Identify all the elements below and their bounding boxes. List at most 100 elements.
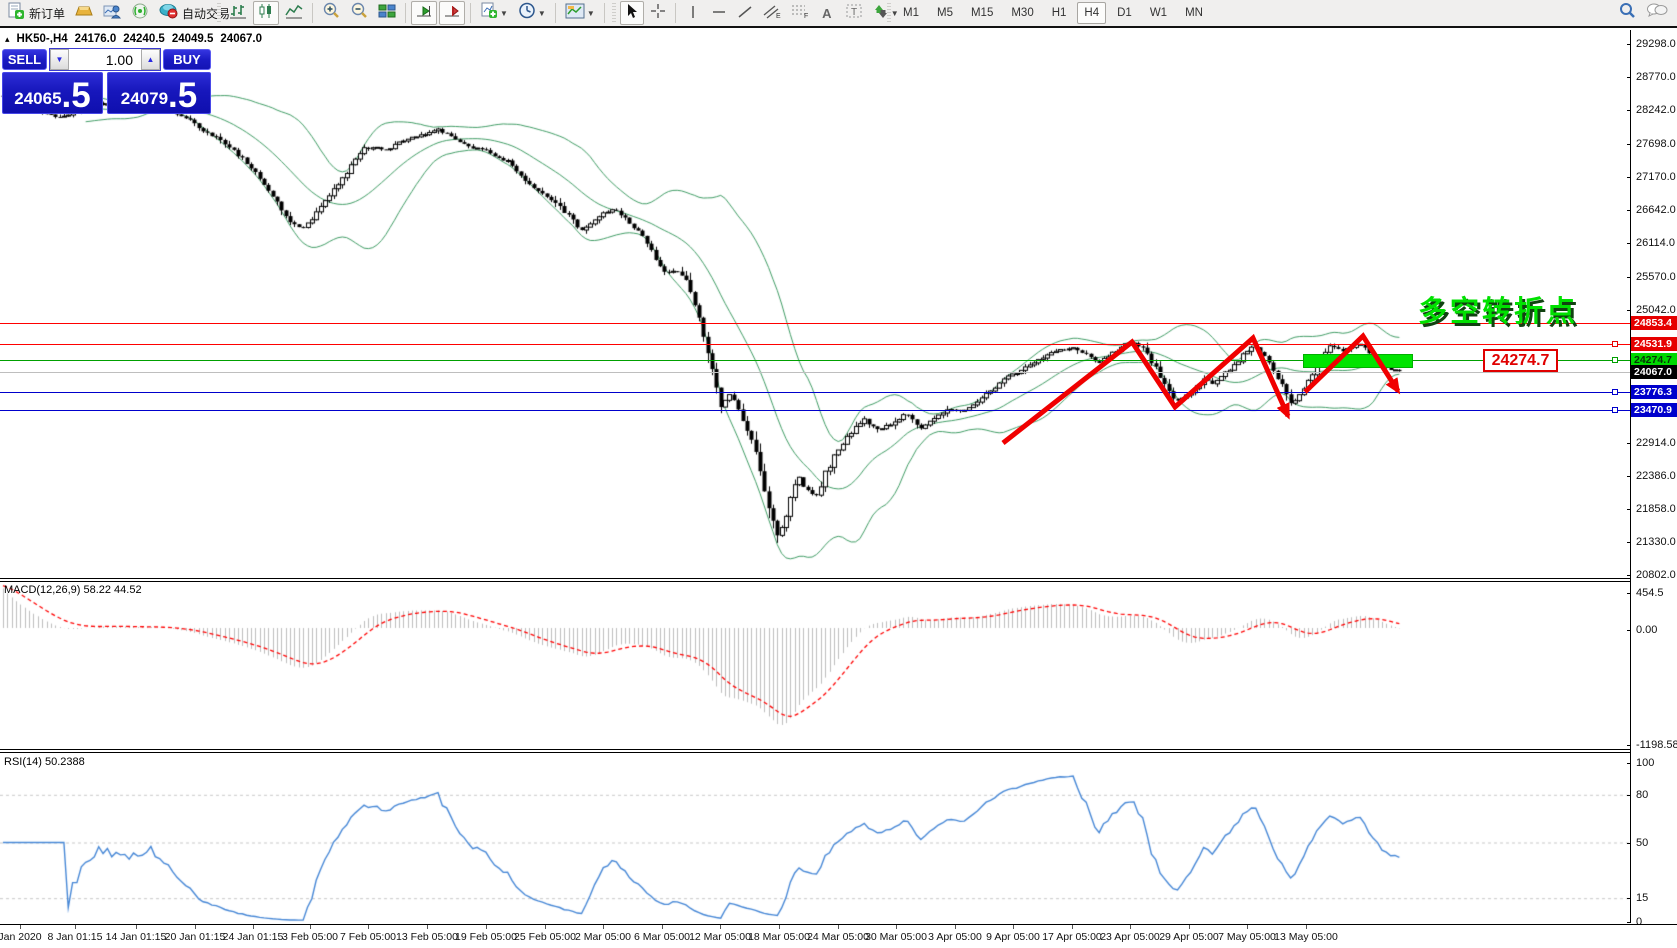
time-axis-label: 17 Apr 05:00: [1042, 931, 1102, 943]
vertical-line-tool-button[interactable]: [681, 1, 705, 25]
text-label-icon: T: [845, 3, 863, 24]
time-axis-tick: [136, 925, 137, 929]
turning-point-annotation[interactable]: 多空转折点: [1418, 288, 1578, 330]
dropdown-caret-icon: ▼: [537, 8, 546, 18]
timeframe-H1[interactable]: H1: [1045, 2, 1074, 24]
horizontal-line-tool-button[interactable]: [707, 1, 731, 25]
axis-tick: [1627, 542, 1631, 543]
sell-button[interactable]: SELL: [2, 49, 47, 70]
chart-title: ▴ HK50-,H4 24176.0 24240.5 24049.5 24067…: [5, 33, 269, 45]
bar-chart-button[interactable]: [225, 1, 251, 25]
channel-tool-button[interactable]: E: [759, 1, 785, 25]
timeframe-M30[interactable]: M30: [1004, 2, 1040, 24]
zoom-in-icon: [322, 2, 340, 24]
timeframe-D1[interactable]: D1: [1110, 2, 1139, 24]
price-level-line-24067.0[interactable]: [0, 372, 1630, 373]
line-handle[interactable]: [1612, 357, 1618, 363]
timeframe-M15[interactable]: M15: [964, 2, 1000, 24]
crosshair-tool-button[interactable]: [646, 1, 670, 25]
price-level-badge: 23470.9: [1631, 403, 1677, 417]
profile-button[interactable]: [99, 1, 125, 25]
price-axis[interactable]: 29298.0 28770.0 28242.0 27698.0 27170.0 26642…: [1627, 30, 1677, 928]
volume-increase-button[interactable]: ▲: [141, 49, 160, 70]
axis-tick: [1627, 277, 1631, 278]
templates-button[interactable]: ▼: [561, 1, 599, 25]
toolbar-separator: [603, 3, 605, 23]
price-callout-label[interactable]: 24274.7: [1483, 349, 1558, 372]
indicators-icon: [480, 2, 498, 24]
chart-shift-button[interactable]: [439, 1, 465, 25]
sell-price-button[interactable]: 24065 .5: [2, 72, 103, 114]
axis-tick: [1627, 177, 1631, 178]
rsi-scale-label: 15: [1636, 892, 1649, 904]
time-axis-tick: [603, 925, 604, 929]
price-level-line-24853.4[interactable]: [0, 323, 1630, 324]
tile-windows-button[interactable]: [374, 1, 400, 25]
timeframe-W1[interactable]: W1: [1143, 2, 1174, 24]
periods-button[interactable]: ▼: [514, 1, 550, 25]
line-handle[interactable]: [1612, 389, 1618, 395]
axis-tick: [1627, 843, 1631, 844]
cursor-tool-button[interactable]: [619, 1, 644, 25]
toolbar-grip: [217, 3, 221, 23]
price-level-line-23470.9[interactable]: [0, 410, 1630, 411]
gold-button[interactable]: [71, 1, 97, 25]
price-level-line-24531.9[interactable]: [0, 344, 1630, 345]
bar-chart-icon: [229, 3, 247, 24]
macd-scale-label: 454.5: [1636, 587, 1664, 599]
new-order-button[interactable]: 新订单: [3, 1, 69, 25]
indicators-button[interactable]: ▼: [476, 1, 512, 25]
macd-pane-canvas[interactable]: [0, 582, 1630, 749]
chat-button[interactable]: [1642, 1, 1672, 25]
line-handle[interactable]: [1612, 341, 1618, 347]
main-chart-canvas[interactable]: [0, 30, 1630, 578]
time-axis-tick: [310, 925, 311, 929]
time-axis-tick: [1189, 925, 1190, 929]
toolbar-separator: [470, 3, 471, 23]
line-chart-button[interactable]: [281, 1, 307, 25]
time-axis-label: 9 Apr 05:00: [986, 931, 1040, 943]
line-handle[interactable]: [1612, 407, 1618, 413]
buy-price-button[interactable]: 24079 .5: [107, 72, 211, 114]
text-label-tool-button[interactable]: T: [841, 1, 867, 25]
toolbar-order-group: 新订单 自动交易: [2, 0, 235, 26]
highlight-rectangle[interactable]: [1303, 354, 1413, 368]
price-level-badge: 24853.4: [1631, 316, 1677, 330]
zoom-out-button[interactable]: [346, 1, 372, 25]
timeframe-M1[interactable]: M1: [896, 2, 926, 24]
timeframe-M5[interactable]: M5: [930, 2, 960, 24]
price-level-line-23776.3[interactable]: [0, 392, 1630, 393]
rsi-pane-canvas[interactable]: [0, 753, 1630, 923]
rsi-label: RSI(14) 50.2388: [4, 756, 85, 768]
trendline-icon: [737, 4, 753, 23]
pane-divider[interactable]: [0, 749, 1677, 753]
time-axis-label: 6 Mar 05:00: [633, 931, 691, 943]
auto-scroll-button[interactable]: [411, 1, 437, 25]
fibonacci-tool-button[interactable]: F: [787, 1, 813, 25]
timeframe-H4[interactable]: H4: [1077, 2, 1107, 24]
pane-divider[interactable]: [0, 578, 1677, 582]
time-axis-label: 7 May 05:00: [1218, 931, 1276, 943]
one-click-trading-panel: SELL ▼ 1.00 ▲ BUY 24065 .5 24079 .5: [2, 46, 212, 128]
time-axis-tick: [779, 925, 780, 929]
time-axis[interactable]: Jan 2020 8 Jan 01:15 14 Jan 01:15 20 Jan 01…: [0, 924, 1677, 948]
time-axis-label: 3 Apr 05:00: [928, 931, 982, 943]
buy-button[interactable]: BUY: [163, 49, 211, 70]
candlestick-chart-button[interactable]: [253, 1, 279, 25]
timeframe-MN[interactable]: MN: [1178, 2, 1210, 24]
signal-button[interactable]: [127, 1, 153, 25]
macd-label: MACD(12,26,9) 58.22 44.52: [4, 584, 142, 596]
search-button[interactable]: [1614, 1, 1640, 25]
time-axis-tick: [896, 925, 897, 929]
axis-tick: [1627, 243, 1631, 244]
volume-input[interactable]: 1.00: [69, 49, 141, 70]
fibonacci-icon: F: [791, 3, 809, 24]
volume-decrease-button[interactable]: ▼: [50, 49, 69, 70]
toolbar-separator: [405, 3, 406, 23]
time-axis-tick: [720, 925, 721, 929]
trendline-tool-button[interactable]: [733, 1, 757, 25]
text-tool-button[interactable]: A: [815, 1, 839, 25]
chart-shift-icon: [443, 3, 461, 24]
time-axis-tick: [486, 925, 487, 929]
zoom-in-button[interactable]: [318, 1, 344, 25]
